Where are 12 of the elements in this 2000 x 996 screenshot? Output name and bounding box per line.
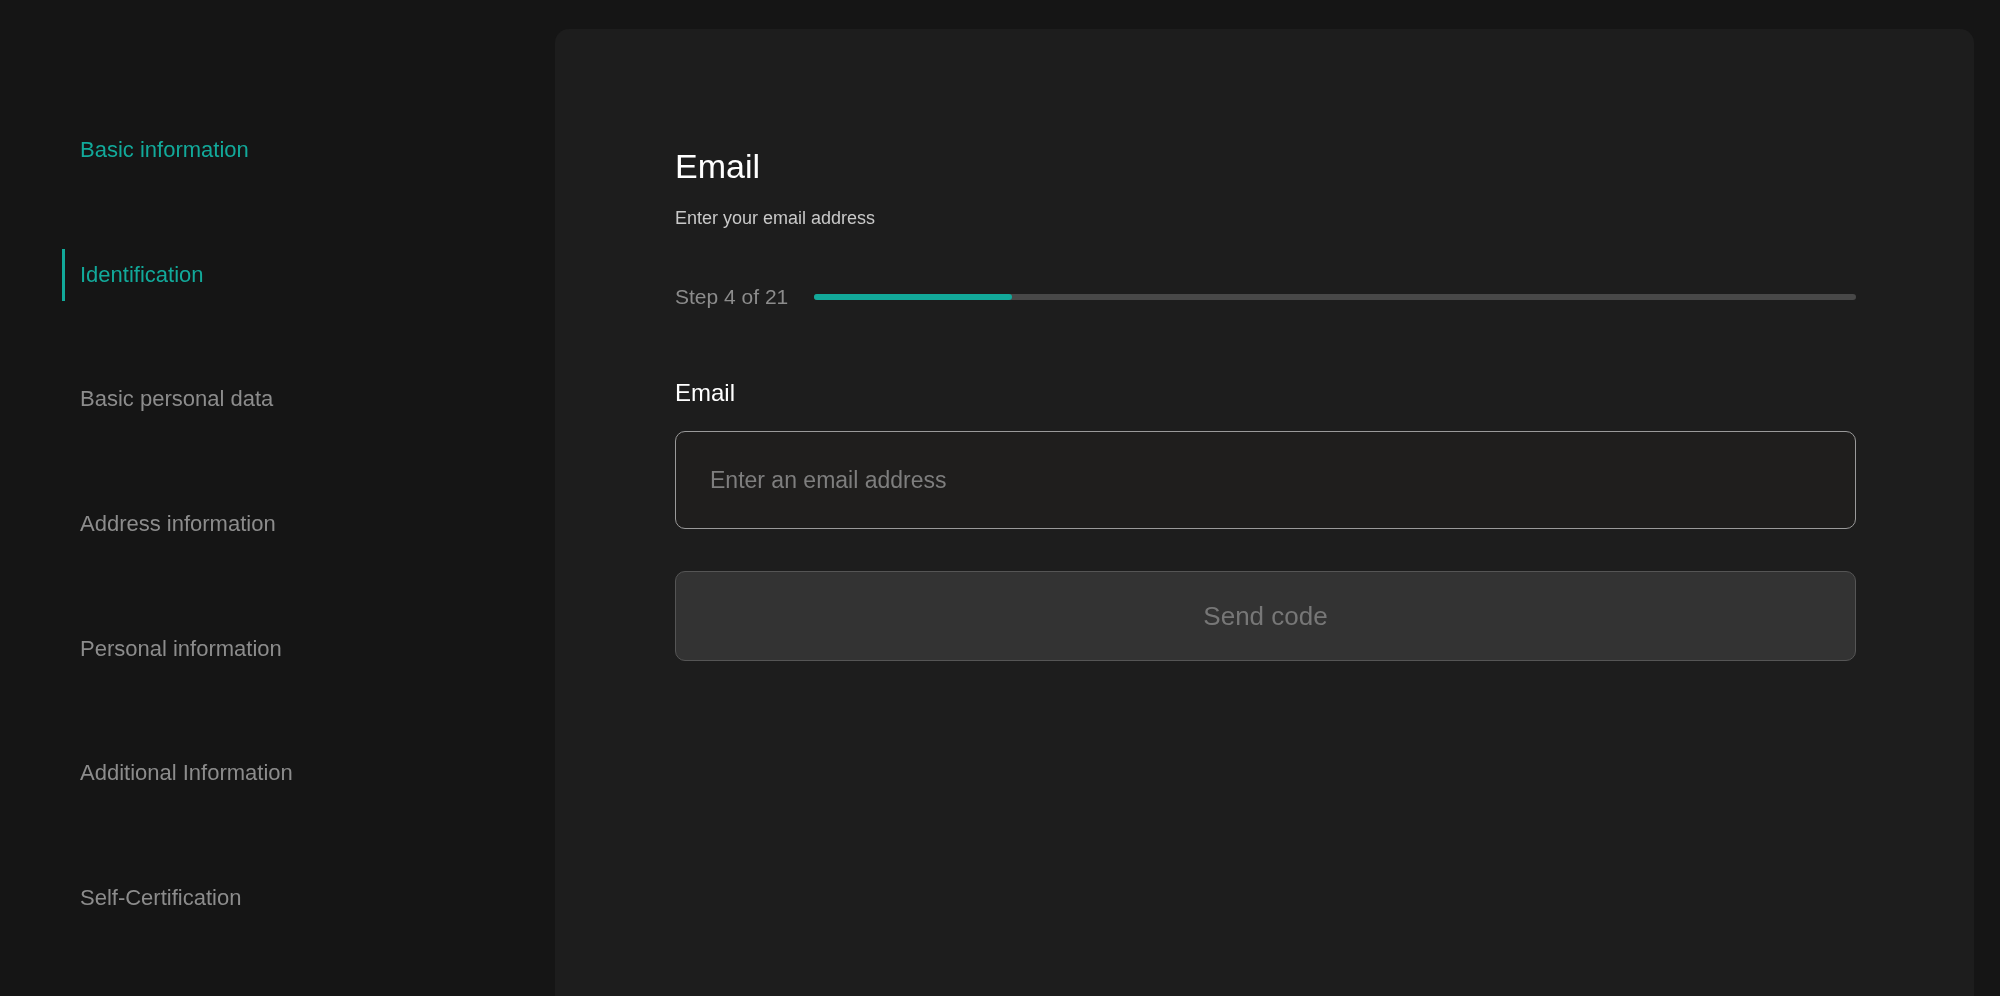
sidebar-item[interactable]: Address information xyxy=(62,497,276,551)
sidebar-item[interactable]: Additional Information xyxy=(62,746,293,800)
step-counter: Step 4 of 21 xyxy=(675,285,789,309)
sidebar-item[interactable]: Basic personal data xyxy=(62,373,274,426)
field-label: Email xyxy=(675,379,736,407)
sidebar-item[interactable]: Personal information xyxy=(62,622,282,675)
form-subtitle: Enter your email address xyxy=(675,208,877,229)
sidebar-item[interactable]: Identification xyxy=(62,248,204,302)
email-input-field[interactable]: Enter an email address xyxy=(675,431,1856,529)
sidebar-item[interactable]: Basic information xyxy=(62,124,249,177)
sidebar-item[interactable]: Self-Certification xyxy=(62,871,242,925)
form-title: Email xyxy=(675,147,762,186)
